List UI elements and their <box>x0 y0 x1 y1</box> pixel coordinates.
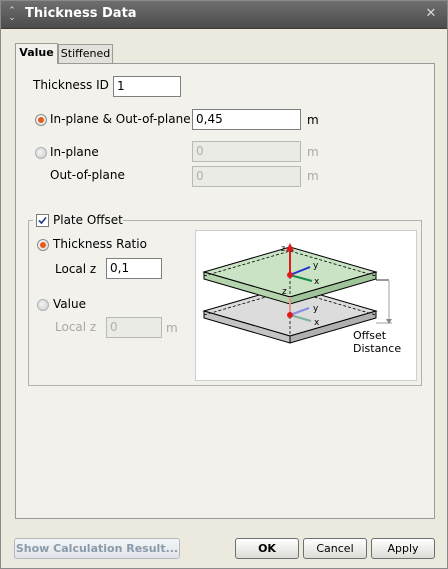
in-out-plane-label: In-plane & Out-of-plane <box>50 112 191 126</box>
close-icon[interactable]: ✕ <box>423 6 439 22</box>
tab-stiffened[interactable]: Stiffened <box>58 44 113 64</box>
collapse-chevron-icon[interactable]: ⌃ ⌄ <box>7 7 17 23</box>
plate-offset-illustration: z y x z y x <box>202 243 392 344</box>
bottom-x-axis-label: x <box>314 318 320 328</box>
bottom-y-axis-label: y <box>313 304 319 314</box>
value-local-z-label: Local z <box>55 320 97 334</box>
plate-offset-checkbox[interactable] <box>36 214 49 227</box>
thickness-ratio-radio[interactable] <box>37 239 49 251</box>
in-plane-label: In-plane <box>50 145 99 159</box>
plate-offset-diagram: z y x z y x Offset Distance <box>195 230 417 381</box>
ok-button[interactable]: OK <box>235 538 299 559</box>
title-bar: ⌃ ⌄ Thickness Data ✕ <box>1 1 447 29</box>
offset-label-line2: Distance <box>353 342 402 355</box>
show-calculation-result-button[interactable]: Show Calculation Result... <box>14 538 180 559</box>
out-of-plane-input[interactable]: 0 <box>192 166 301 187</box>
value-local-z-unit: m <box>166 321 178 335</box>
checkmark-icon <box>38 216 47 225</box>
ratio-local-z-label: Local z <box>55 262 97 276</box>
ratio-local-z-input[interactable]: 0,1 <box>106 258 162 279</box>
in-plane-radio[interactable] <box>35 147 47 159</box>
in-plane-unit: m <box>307 145 319 159</box>
thickness-id-label: Thickness ID <box>33 78 109 92</box>
in-out-plane-unit: m <box>307 113 319 127</box>
top-z-axis-label: z <box>281 244 285 253</box>
in-out-plane-radio[interactable] <box>35 114 47 126</box>
thickness-id-input[interactable]: 1 <box>113 76 181 97</box>
out-of-plane-label: Out-of-plane <box>50 168 125 182</box>
top-y-axis-label: y <box>313 261 319 271</box>
in-out-plane-input[interactable]: 0,45 <box>192 109 301 130</box>
plate-offset-label: Plate Offset <box>53 213 123 227</box>
in-plane-input[interactable]: 0 <box>192 141 301 162</box>
thickness-data-dialog: ⌃ ⌄ Thickness Data ✕ Value Stiffened Thic… <box>0 0 448 569</box>
top-x-axis-label: x <box>314 277 320 287</box>
offset-value-label: Value <box>53 297 86 311</box>
cancel-button[interactable]: Cancel <box>303 538 367 559</box>
value-local-z-input[interactable]: 0 <box>106 317 162 338</box>
offset-label-line1: Offset <box>353 329 387 342</box>
tab-value[interactable]: Value <box>15 43 58 64</box>
thickness-ratio-label: Thickness Ratio <box>53 237 147 251</box>
offset-value-radio[interactable] <box>37 299 49 311</box>
dialog-title: Thickness Data <box>25 6 137 21</box>
out-of-plane-unit: m <box>307 169 319 183</box>
apply-button[interactable]: Apply <box>371 538 435 559</box>
bottom-z-axis-label: z <box>282 287 287 297</box>
